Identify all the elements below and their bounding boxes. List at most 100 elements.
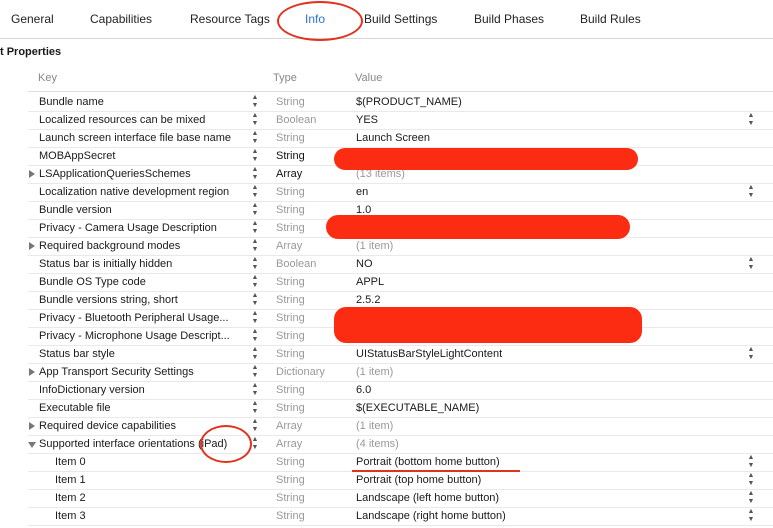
row-type[interactable]: String — [276, 348, 305, 360]
key-up-down-stepper-icon[interactable]: ▲ ▼ — [250, 346, 260, 362]
tab-resource-tags[interactable]: Resource Tags — [190, 12, 270, 26]
row-type[interactable]: String — [276, 312, 305, 324]
property-row[interactable]: Localization native development region ▲ ▼… — [28, 183, 773, 202]
row-type[interactable]: Dictionary — [276, 366, 325, 378]
value-up-down-stepper-icon[interactable]: ▲ ▼ — [746, 346, 756, 362]
row-value[interactable]: Landscape (right home button) — [356, 510, 506, 522]
key-up-down-stepper-icon[interactable]: ▲ ▼ — [250, 166, 260, 182]
value-up-down-stepper-icon[interactable]: ▲ ▼ — [746, 112, 756, 128]
row-key[interactable]: Bundle name — [39, 96, 104, 108]
property-row[interactable]: Required device capabilities ▲ ▼ Array (1 it… — [28, 417, 773, 436]
key-up-down-stepper-icon[interactable]: ▲ ▼ — [250, 364, 260, 380]
row-value[interactable]: (1 item) — [356, 240, 393, 252]
row-value[interactable]: (1 item) — [356, 366, 393, 378]
row-key[interactable]: Item 2 — [55, 492, 86, 504]
tab-build-settings[interactable]: Build Settings — [364, 12, 437, 26]
value-up-down-stepper-icon[interactable]: ▲ ▼ — [746, 490, 756, 506]
key-up-down-stepper-icon[interactable]: ▲ ▼ — [250, 274, 260, 290]
property-row[interactable]: Item 2 String Landscape (left home button)… — [28, 489, 773, 508]
column-header-type[interactable]: Type — [273, 72, 297, 84]
property-row[interactable]: Item 3 String Landscape (right home button… — [28, 507, 773, 526]
property-row[interactable]: Status bar style ▲ ▼ String UIStatusBarStyle… — [28, 345, 773, 364]
property-row[interactable]: Bundle OS Type code ▲ ▼ String APPL — [28, 273, 773, 292]
tab-build-phases[interactable]: Build Phases — [474, 12, 544, 26]
row-type[interactable]: String — [276, 474, 305, 486]
key-up-down-stepper-icon[interactable]: ▲ ▼ — [250, 220, 260, 236]
value-up-down-stepper-icon[interactable]: ▲ ▼ — [746, 508, 756, 524]
key-up-down-stepper-icon[interactable]: ▲ ▼ — [250, 292, 260, 308]
row-type[interactable]: String — [276, 294, 305, 306]
row-key[interactable]: Bundle version — [39, 204, 112, 216]
disclosure-triangle-icon[interactable] — [29, 422, 35, 430]
row-value[interactable]: Launch Screen — [356, 132, 430, 144]
row-value[interactable]: (1 item) — [356, 420, 393, 432]
row-key[interactable]: Required device capabilities — [39, 420, 176, 432]
value-up-down-stepper-icon[interactable]: ▲ ▼ — [746, 472, 756, 488]
property-row[interactable]: Supported interface orientations (iPad) ▲… — [28, 435, 773, 454]
key-up-down-stepper-icon[interactable]: ▲ ▼ — [250, 256, 260, 272]
row-type[interactable]: Boolean — [276, 114, 316, 126]
row-key[interactable]: App Transport Security Settings — [39, 366, 194, 378]
row-value[interactable]: UIStatusBarStyleLightContent — [356, 348, 502, 360]
key-up-down-stepper-icon[interactable]: ▲ ▼ — [250, 148, 260, 164]
row-key[interactable]: LSApplicationQueriesSchemes — [39, 168, 191, 180]
value-up-down-stepper-icon[interactable]: ▲ ▼ — [746, 184, 756, 200]
key-up-down-stepper-icon[interactable]: ▲ ▼ — [250, 184, 260, 200]
key-up-down-stepper-icon[interactable]: ▲ ▼ — [250, 202, 260, 218]
property-row[interactable]: Executable file ▲ ▼ String $(EXECUTABLE_NAME… — [28, 399, 773, 418]
key-up-down-stepper-icon[interactable]: ▲ ▼ — [250, 328, 260, 344]
row-type[interactable]: String — [276, 204, 305, 216]
row-key[interactable]: Bundle OS Type code — [39, 276, 146, 288]
row-type[interactable]: String — [276, 222, 305, 234]
key-up-down-stepper-icon[interactable]: ▲ ▼ — [250, 400, 260, 416]
key-up-down-stepper-icon[interactable]: ▲ ▼ — [250, 112, 260, 128]
key-up-down-stepper-icon[interactable]: ▲ ▼ — [250, 310, 260, 326]
row-type[interactable]: Array — [276, 438, 302, 450]
row-value[interactable]: Landscape (left home button) — [356, 492, 499, 504]
row-key[interactable]: Status bar style — [39, 348, 115, 360]
column-header-key[interactable]: Key — [38, 72, 57, 84]
row-type[interactable]: String — [276, 510, 305, 522]
row-key[interactable]: Privacy - Microphone Usage Descript... — [39, 330, 230, 342]
row-type[interactable]: String — [276, 132, 305, 144]
row-key[interactable]: Launch screen interface file base name — [39, 132, 231, 144]
column-header-value[interactable]: Value — [355, 72, 382, 84]
row-value[interactable]: (4 items) — [356, 438, 399, 450]
row-key[interactable]: Required background modes — [39, 240, 180, 252]
row-value[interactable]: Portrait (top home button) — [356, 474, 481, 486]
row-value[interactable]: Portrait (bottom home button) — [356, 456, 500, 468]
key-up-down-stepper-icon[interactable]: ▲ ▼ — [250, 94, 260, 110]
row-type[interactable]: Boolean — [276, 258, 316, 270]
property-row[interactable]: Localized resources can be mixed ▲ ▼ Boolea… — [28, 111, 773, 130]
row-key[interactable]: Localized resources can be mixed — [39, 114, 205, 126]
property-row[interactable]: App Transport Security Settings ▲ ▼ Diction… — [28, 363, 773, 382]
property-row[interactable]: Bundle name ▲ ▼ String $(PRODUCT_NAME) — [28, 93, 773, 112]
row-value[interactable]: 6.0 — [356, 384, 371, 396]
row-key[interactable]: Privacy - Camera Usage Description — [39, 222, 217, 234]
row-key[interactable]: Privacy - Bluetooth Peripheral Usage... — [39, 312, 229, 324]
key-up-down-stepper-icon[interactable]: ▲ ▼ — [250, 238, 260, 254]
value-up-down-stepper-icon[interactable]: ▲ ▼ — [746, 454, 756, 470]
key-up-down-stepper-icon[interactable]: ▲ ▼ — [250, 418, 260, 434]
disclosure-triangle-icon[interactable] — [29, 368, 35, 376]
row-key[interactable]: MOBAppSecret — [39, 150, 115, 162]
tab-build-rules[interactable]: Build Rules — [580, 12, 641, 26]
row-key[interactable]: Localization native development region — [39, 186, 229, 198]
disclosure-triangle-icon[interactable] — [29, 170, 35, 178]
row-value[interactable]: APPL — [356, 276, 384, 288]
row-value[interactable]: $(EXECUTABLE_NAME) — [356, 402, 479, 414]
row-type[interactable]: Array — [276, 240, 302, 252]
key-up-down-stepper-icon[interactable]: ▲ ▼ — [250, 382, 260, 398]
row-type[interactable]: String — [276, 276, 305, 288]
row-type[interactable]: String — [276, 96, 305, 108]
row-key[interactable]: Bundle versions string, short — [39, 294, 178, 306]
row-value[interactable]: NO — [356, 258, 373, 270]
row-key[interactable]: InfoDictionary version — [39, 384, 145, 396]
row-value[interactable]: en — [356, 186, 368, 198]
key-up-down-stepper-icon[interactable]: ▲ ▼ — [250, 130, 260, 146]
row-type[interactable]: Array — [276, 420, 302, 432]
property-row[interactable]: InfoDictionary version ▲ ▼ String 6.0 — [28, 381, 773, 400]
row-value[interactable]: 2.5.2 — [356, 294, 380, 306]
property-row[interactable]: Item 1 String Portrait (top home button) ▲ ▼ — [28, 471, 773, 490]
tab-capabilities[interactable]: Capabilities — [90, 12, 152, 26]
